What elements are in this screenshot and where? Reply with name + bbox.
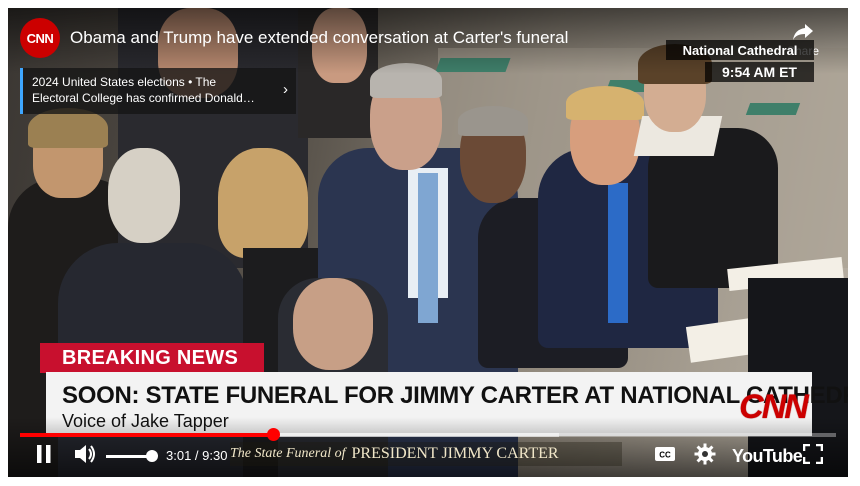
- captions-button[interactable]: CC: [652, 444, 678, 468]
- ribbon-prefix: The State Funeral of: [230, 446, 346, 461]
- progress-scrubber[interactable]: [266, 428, 280, 441]
- ribbon-main: PRESIDENT JIMMY CARTER: [351, 445, 559, 462]
- info-card-line-1: 2024 United States elections • The: [32, 75, 217, 89]
- funeral-ribbon: The State Funeral of PRESIDENT JIMMY CAR…: [230, 442, 622, 466]
- video-player[interactable]: CNN Obama and Trump have extended conver…: [8, 8, 848, 477]
- breaking-news-banner: BREAKING NEWS: [40, 343, 264, 373]
- pause-button[interactable]: [32, 444, 56, 468]
- svg-text:CC: CC: [659, 450, 671, 459]
- info-card[interactable]: 2024 United States elections • The Elect…: [20, 68, 296, 114]
- settings-button[interactable]: [692, 443, 718, 470]
- mute-button[interactable]: [72, 444, 98, 468]
- gear-icon: [694, 443, 716, 470]
- closed-captions-icon: CC: [654, 446, 676, 467]
- video-title[interactable]: Obama and Trump have extended conversati…: [70, 28, 568, 48]
- channel-avatar[interactable]: CNN: [20, 18, 60, 58]
- clock-bug: 9:54 AM ET: [705, 62, 814, 82]
- volume-slider-knob[interactable]: [146, 450, 158, 462]
- progress-bar[interactable]: [20, 428, 836, 441]
- fullscreen-icon: [802, 443, 824, 469]
- fullscreen-button[interactable]: [800, 443, 826, 469]
- volume-icon: [73, 443, 97, 470]
- chevron-right-icon: ›: [283, 81, 288, 98]
- location-bug: National Cathedral: [666, 40, 814, 60]
- progress-played: [20, 433, 273, 437]
- pause-icon: [35, 444, 53, 469]
- time-display: 3:01 / 9:30: [166, 448, 228, 463]
- share-icon: [780, 22, 826, 42]
- youtube-logo[interactable]: YouTube: [732, 446, 803, 467]
- info-card-line-2: Electoral College has confirmed Donald…: [32, 91, 255, 105]
